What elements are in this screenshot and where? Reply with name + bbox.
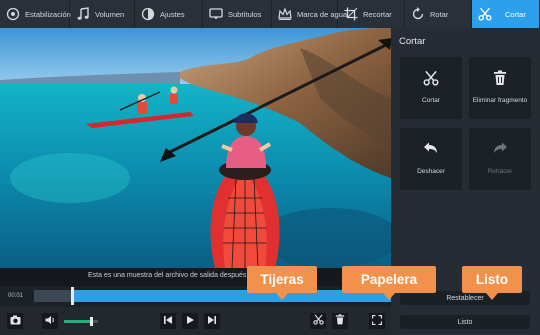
play-icon — [185, 312, 195, 330]
tool-adjustments[interactable]: Ajustes — [135, 0, 203, 28]
skip-back-icon — [163, 312, 173, 330]
cut-button[interactable]: Cortar — [400, 57, 462, 119]
callout-scissors: Tijeras — [247, 266, 317, 300]
previous-button[interactable] — [160, 313, 176, 329]
cut-button-label: Cortar — [421, 97, 441, 104]
video-preview — [0, 28, 391, 268]
undo-label: Deshacer — [417, 168, 445, 175]
volume-knob[interactable] — [90, 317, 93, 326]
tool-volume[interactable]: Volumen — [70, 0, 135, 28]
tool-stabilization[interactable]: Estabilización — [0, 0, 71, 28]
fullscreen-button[interactable] — [369, 313, 385, 329]
timeline-played-segment — [34, 290, 73, 302]
delete-fragment-label: Eliminar fragmento — [472, 97, 528, 104]
undo-button[interactable]: Deshacer — [400, 128, 462, 190]
skip-forward-icon — [207, 312, 217, 330]
video-frame-image — [0, 28, 391, 268]
subtitle-text: Esta es una muestra del archivo de salid… — [88, 272, 247, 279]
trash-button[interactable] — [332, 313, 348, 329]
snapshot-button[interactable] — [7, 313, 23, 329]
player-controls — [0, 307, 391, 335]
timeline: 00:01 — [0, 286, 391, 307]
tool-label: Volumen — [95, 9, 125, 19]
reset-button[interactable]: Restablecer — [400, 291, 530, 305]
redo-label: Rehacer — [487, 168, 513, 175]
tool-rotate[interactable]: Rotar — [405, 0, 472, 28]
camera-icon — [10, 312, 21, 330]
volume-fill — [64, 320, 91, 323]
stabilization-icon — [5, 6, 21, 22]
trash-icon — [469, 69, 531, 87]
timeline-track[interactable] — [34, 287, 391, 305]
tool-watermark[interactable]: Marca de agua — [272, 0, 347, 28]
scissors-button[interactable] — [310, 313, 326, 329]
scissors-icon — [312, 312, 324, 330]
tool-label: Recortar — [363, 9, 392, 19]
tool-label: Estabilización — [25, 9, 71, 19]
subtitles-icon — [208, 6, 224, 22]
tool-label: Rotar — [430, 9, 449, 19]
redo-button[interactable]: Rehacer — [469, 128, 531, 190]
scissors-icon — [400, 69, 462, 87]
tool-label: Cortar — [505, 9, 526, 19]
playhead[interactable] — [71, 287, 74, 305]
callout-done: Listo — [462, 266, 522, 300]
delete-fragment-button[interactable]: Eliminar fragmento — [469, 57, 531, 119]
tool-label: Ajustes — [160, 9, 185, 19]
tool-label: Subtítulos — [228, 9, 262, 19]
callout-trash: Papelera — [342, 266, 436, 300]
scissors-icon — [477, 6, 493, 22]
trash-icon — [335, 312, 345, 330]
tool-subtitles[interactable]: Subtítulos — [203, 0, 272, 28]
speaker-icon — [45, 312, 56, 330]
current-time: 00:01 — [8, 293, 24, 299]
mute-button[interactable] — [42, 313, 58, 329]
top-toolbar: Estabilización Volumen Ajustes Subtítulo… — [0, 0, 540, 28]
panel-title: Cortar — [399, 36, 426, 47]
tool-cut[interactable]: Cortar — [472, 0, 540, 28]
watermark-icon — [277, 6, 293, 22]
done-button[interactable]: Listo — [400, 315, 530, 329]
contrast-icon — [140, 6, 156, 22]
music-note-icon — [75, 6, 91, 22]
subtitle-bar: Esta es una muestra del archivo de salid… — [0, 268, 391, 286]
play-button[interactable] — [182, 313, 198, 329]
tool-crop[interactable]: Recortar — [338, 0, 405, 28]
crop-icon — [343, 6, 359, 22]
redo-icon — [469, 140, 531, 158]
next-button[interactable] — [204, 313, 220, 329]
rotate-icon — [410, 6, 426, 22]
fullscreen-icon — [371, 312, 383, 330]
undo-icon — [400, 140, 462, 158]
